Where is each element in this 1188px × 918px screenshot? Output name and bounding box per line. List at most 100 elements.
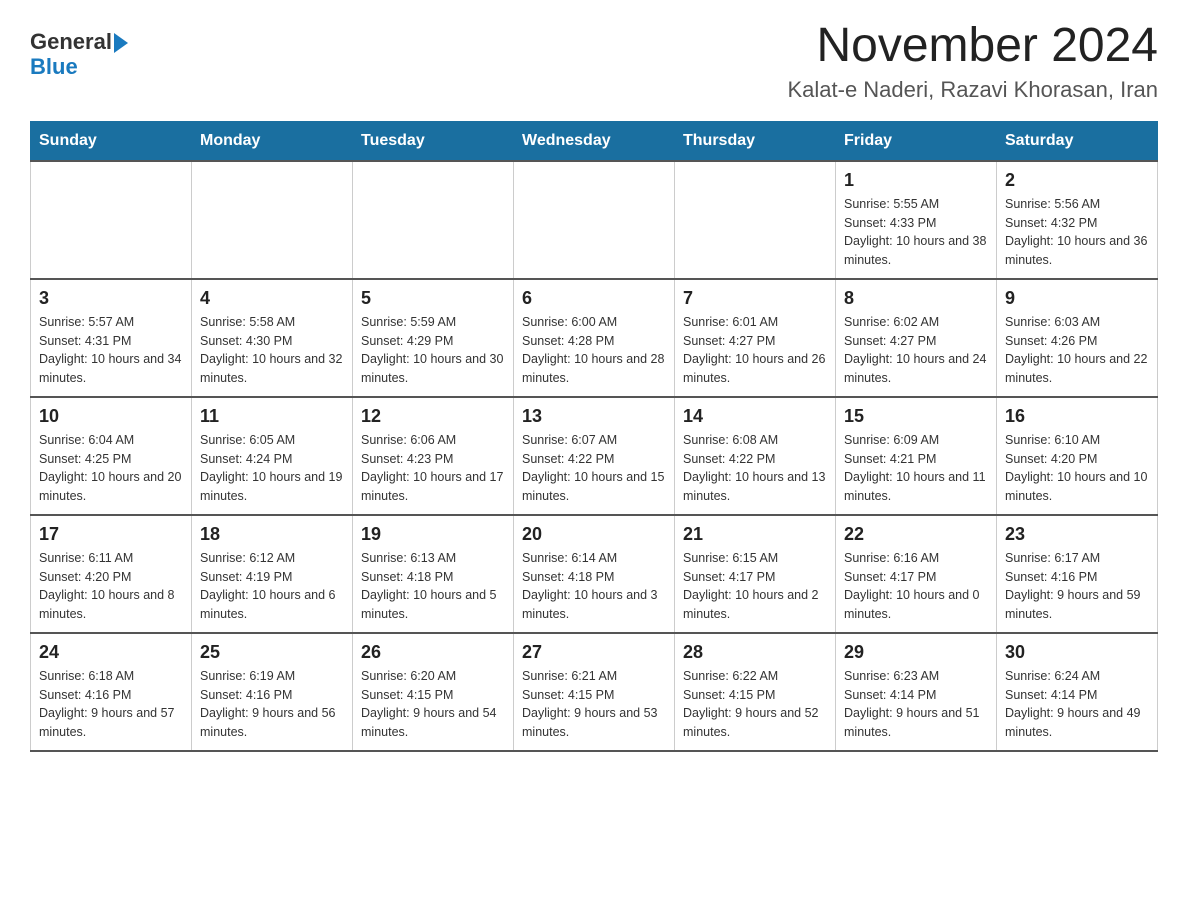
calendar-cell: 1 Sunrise: 5:55 AM Sunset: 4:33 PM Daylig… — [836, 161, 997, 279]
day-number: 19 — [361, 524, 505, 545]
day-info: Sunrise: 6:24 AM Sunset: 4:14 PM Dayligh… — [1005, 667, 1149, 742]
calendar-cell: 30 Sunrise: 6:24 AM Sunset: 4:14 PM Dayli… — [997, 633, 1158, 751]
day-info: Sunrise: 6:04 AM Sunset: 4:25 PM Dayligh… — [39, 431, 183, 506]
calendar-cell: 27 Sunrise: 6:21 AM Sunset: 4:15 PM Dayli… — [514, 633, 675, 751]
day-info: Sunrise: 6:07 AM Sunset: 4:22 PM Dayligh… — [522, 431, 666, 506]
day-number: 4 — [200, 288, 344, 309]
header-row: SundayMondayTuesdayWednesdayThursdayFrid… — [31, 121, 1158, 161]
day-info: Sunrise: 6:10 AM Sunset: 4:20 PM Dayligh… — [1005, 431, 1149, 506]
day-number: 21 — [683, 524, 827, 545]
day-number: 27 — [522, 642, 666, 663]
calendar-table: SundayMondayTuesdayWednesdayThursdayFrid… — [30, 121, 1158, 752]
calendar-cell: 5 Sunrise: 5:59 AM Sunset: 4:29 PM Daylig… — [353, 279, 514, 397]
header-day-thursday: Thursday — [675, 121, 836, 161]
calendar-cell: 28 Sunrise: 6:22 AM Sunset: 4:15 PM Dayli… — [675, 633, 836, 751]
day-info: Sunrise: 6:22 AM Sunset: 4:15 PM Dayligh… — [683, 667, 827, 742]
day-info: Sunrise: 6:19 AM Sunset: 4:16 PM Dayligh… — [200, 667, 344, 742]
day-info: Sunrise: 6:02 AM Sunset: 4:27 PM Dayligh… — [844, 313, 988, 388]
calendar-cell — [31, 161, 192, 279]
day-number: 13 — [522, 406, 666, 427]
day-info: Sunrise: 6:12 AM Sunset: 4:19 PM Dayligh… — [200, 549, 344, 624]
day-number: 23 — [1005, 524, 1149, 545]
day-number: 15 — [844, 406, 988, 427]
day-info: Sunrise: 6:16 AM Sunset: 4:17 PM Dayligh… — [844, 549, 988, 624]
month-title: November 2024 — [787, 20, 1158, 73]
calendar-cell: 8Sunrise: 6:02 AM Sunset: 4:27 PM Daylig… — [836, 279, 997, 397]
week-row-5: 24 Sunrise: 6:18 AM Sunset: 4:16 PM Dayli… — [31, 633, 1158, 751]
calendar-cell: 22 Sunrise: 6:16 AM Sunset: 4:17 PM Dayli… — [836, 515, 997, 633]
day-number: 3 — [39, 288, 183, 309]
day-info: Sunrise: 6:03 AM Sunset: 4:26 PM Dayligh… — [1005, 313, 1149, 388]
calendar-cell: 7 Sunrise: 6:01 AM Sunset: 4:27 PM Daylig… — [675, 279, 836, 397]
day-info: Sunrise: 6:20 AM Sunset: 4:15 PM Dayligh… — [361, 667, 505, 742]
day-info: Sunrise: 6:01 AM Sunset: 4:27 PM Dayligh… — [683, 313, 827, 388]
logo-arrow-icon — [114, 33, 128, 53]
week-row-1: 1 Sunrise: 5:55 AM Sunset: 4:33 PM Daylig… — [31, 161, 1158, 279]
calendar-cell: 25 Sunrise: 6:19 AM Sunset: 4:16 PM Dayli… — [192, 633, 353, 751]
calendar-cell: 29 Sunrise: 6:23 AM Sunset: 4:14 PM Dayli… — [836, 633, 997, 751]
day-number: 29 — [844, 642, 988, 663]
day-number: 30 — [1005, 642, 1149, 663]
day-info: Sunrise: 6:18 AM Sunset: 4:16 PM Dayligh… — [39, 667, 183, 742]
day-number: 26 — [361, 642, 505, 663]
calendar-cell — [353, 161, 514, 279]
header-day-sunday: Sunday — [31, 121, 192, 161]
calendar-cell: 21Sunrise: 6:15 AM Sunset: 4:17 PM Dayli… — [675, 515, 836, 633]
calendar-cell: 19Sunrise: 6:13 AM Sunset: 4:18 PM Dayli… — [353, 515, 514, 633]
day-info: Sunrise: 5:55 AM Sunset: 4:33 PM Dayligh… — [844, 195, 988, 270]
header-day-monday: Monday — [192, 121, 353, 161]
logo-blue-text: Blue — [30, 54, 78, 79]
day-info: Sunrise: 5:58 AM Sunset: 4:30 PM Dayligh… — [200, 313, 344, 388]
day-info: Sunrise: 6:00 AM Sunset: 4:28 PM Dayligh… — [522, 313, 666, 388]
week-row-4: 17 Sunrise: 6:11 AM Sunset: 4:20 PM Dayli… — [31, 515, 1158, 633]
day-info: Sunrise: 6:05 AM Sunset: 4:24 PM Dayligh… — [200, 431, 344, 506]
calendar-cell: 15Sunrise: 6:09 AM Sunset: 4:21 PM Dayli… — [836, 397, 997, 515]
header-day-friday: Friday — [836, 121, 997, 161]
day-info: Sunrise: 6:08 AM Sunset: 4:22 PM Dayligh… — [683, 431, 827, 506]
header-day-tuesday: Tuesday — [353, 121, 514, 161]
calendar-cell — [675, 161, 836, 279]
page-header: General Blue November 2024 Kalat-e Nader… — [30, 20, 1158, 103]
day-info: Sunrise: 5:56 AM Sunset: 4:32 PM Dayligh… — [1005, 195, 1149, 270]
day-info: Sunrise: 6:23 AM Sunset: 4:14 PM Dayligh… — [844, 667, 988, 742]
day-info: Sunrise: 5:57 AM Sunset: 4:31 PM Dayligh… — [39, 313, 183, 388]
day-number: 28 — [683, 642, 827, 663]
calendar-cell: 24 Sunrise: 6:18 AM Sunset: 4:16 PM Dayli… — [31, 633, 192, 751]
calendar-cell: 20Sunrise: 6:14 AM Sunset: 4:18 PM Dayli… — [514, 515, 675, 633]
calendar-cell: 18 Sunrise: 6:12 AM Sunset: 4:19 PM Dayli… — [192, 515, 353, 633]
header-day-wednesday: Wednesday — [514, 121, 675, 161]
day-number: 7 — [683, 288, 827, 309]
day-number: 10 — [39, 406, 183, 427]
calendar-cell — [514, 161, 675, 279]
day-info: Sunrise: 6:06 AM Sunset: 4:23 PM Dayligh… — [361, 431, 505, 506]
calendar-cell: 2Sunrise: 5:56 AM Sunset: 4:32 PM Daylig… — [997, 161, 1158, 279]
day-number: 22 — [844, 524, 988, 545]
calendar-cell: 11 Sunrise: 6:05 AM Sunset: 4:24 PM Dayli… — [192, 397, 353, 515]
calendar-cell: 4 Sunrise: 5:58 AM Sunset: 4:30 PM Daylig… — [192, 279, 353, 397]
day-number: 17 — [39, 524, 183, 545]
day-info: Sunrise: 5:59 AM Sunset: 4:29 PM Dayligh… — [361, 313, 505, 388]
location-title: Kalat-e Naderi, Razavi Khorasan, Iran — [787, 77, 1158, 103]
day-number: 12 — [361, 406, 505, 427]
day-number: 6 — [522, 288, 666, 309]
week-row-2: 3 Sunrise: 5:57 AM Sunset: 4:31 PM Daylig… — [31, 279, 1158, 397]
calendar-cell: 17 Sunrise: 6:11 AM Sunset: 4:20 PM Dayli… — [31, 515, 192, 633]
calendar-cell: 23Sunrise: 6:17 AM Sunset: 4:16 PM Dayli… — [997, 515, 1158, 633]
day-number: 24 — [39, 642, 183, 663]
day-number: 9 — [1005, 288, 1149, 309]
calendar-cell: 12 Sunrise: 6:06 AM Sunset: 4:23 PM Dayli… — [353, 397, 514, 515]
calendar-cell: 13 Sunrise: 6:07 AM Sunset: 4:22 PM Dayli… — [514, 397, 675, 515]
logo-general-text: General — [30, 29, 112, 54]
logo: General Blue — [30, 20, 128, 79]
day-number: 11 — [200, 406, 344, 427]
day-info: Sunrise: 6:21 AM Sunset: 4:15 PM Dayligh… — [522, 667, 666, 742]
day-info: Sunrise: 6:11 AM Sunset: 4:20 PM Dayligh… — [39, 549, 183, 624]
day-number: 5 — [361, 288, 505, 309]
calendar-cell: 3 Sunrise: 5:57 AM Sunset: 4:31 PM Daylig… — [31, 279, 192, 397]
day-number: 16 — [1005, 406, 1149, 427]
day-number: 18 — [200, 524, 344, 545]
header-day-saturday: Saturday — [997, 121, 1158, 161]
day-info: Sunrise: 6:14 AM Sunset: 4:18 PM Dayligh… — [522, 549, 666, 624]
day-number: 1 — [844, 170, 988, 191]
day-number: 25 — [200, 642, 344, 663]
